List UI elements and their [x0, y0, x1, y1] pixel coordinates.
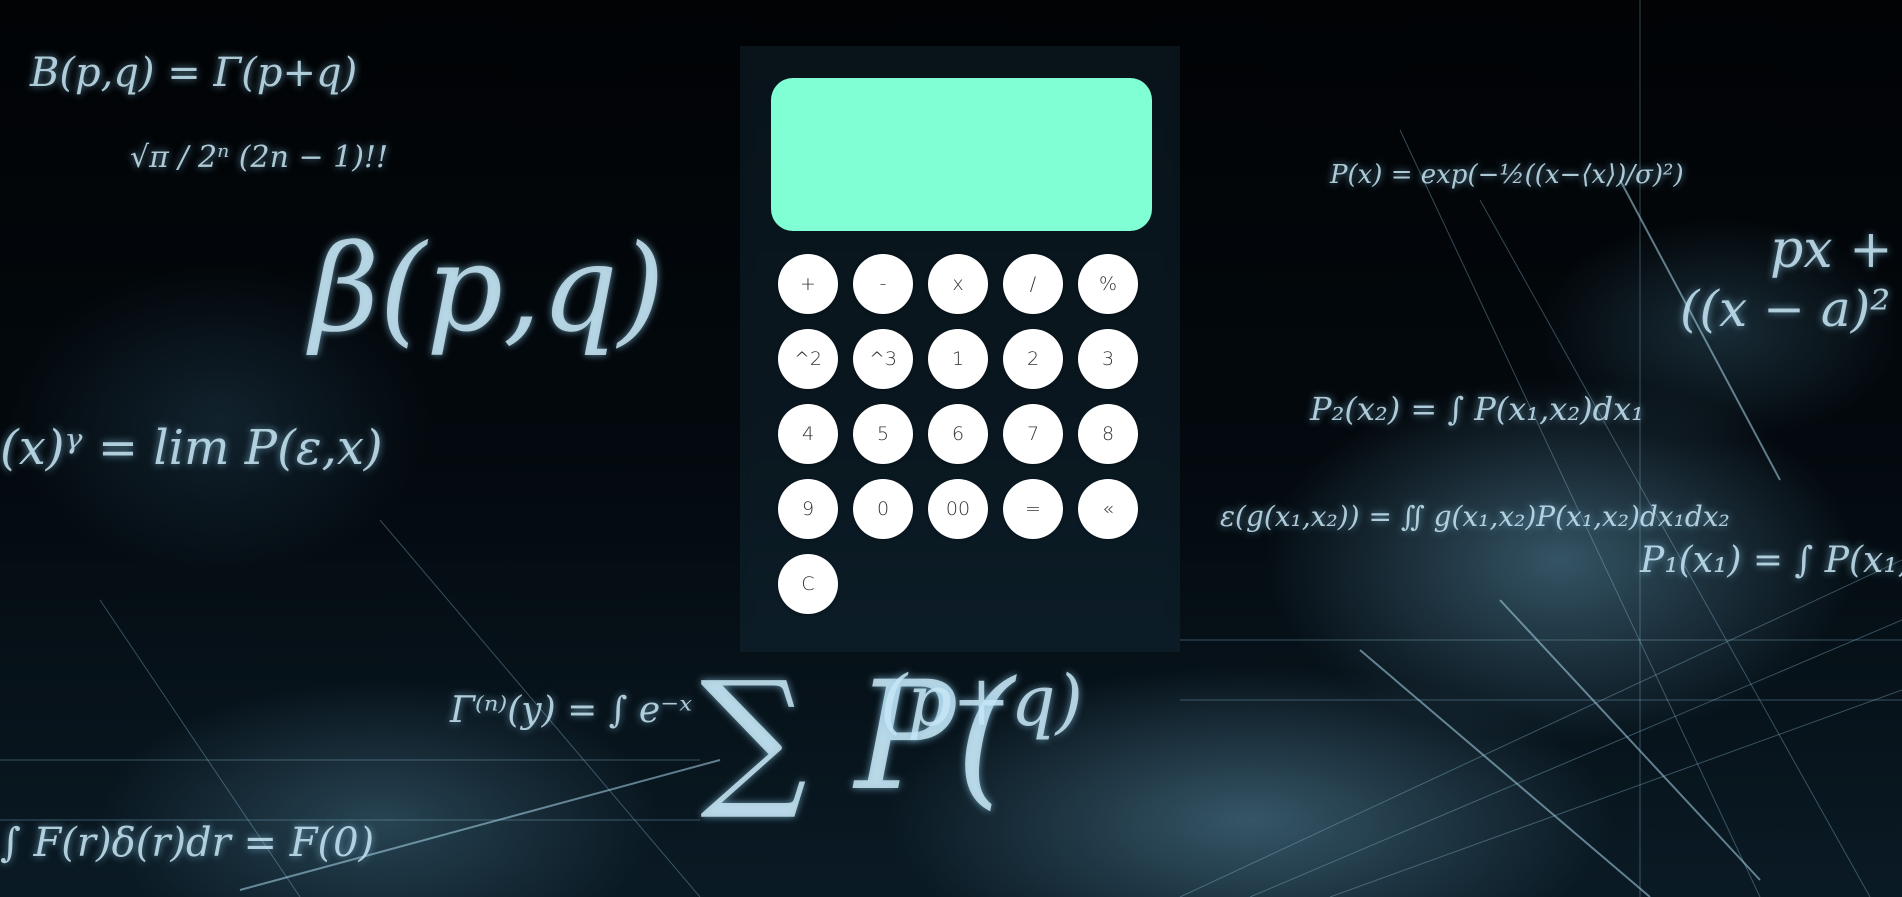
digit-0-button[interactable]: 0 [853, 479, 913, 539]
calculator-keypad: + - x /% ^2 ^3 1 2 3 4 5 6 7 8 9 0 00 = «C [778, 254, 1158, 614]
digit-8-button[interactable]: 8 [1078, 404, 1138, 464]
digit-6-button[interactable]: 6 [928, 404, 988, 464]
digit-4-button[interactable]: 4 [778, 404, 838, 464]
digit-1-button[interactable]: 1 [928, 329, 988, 389]
clear-button[interactable]: C [778, 554, 838, 614]
cube-button[interactable]: ^3 [853, 329, 913, 389]
multiply-button[interactable]: x [928, 254, 988, 314]
subtract-button[interactable]: - [853, 254, 913, 314]
backspace-button[interactable]: « [1078, 479, 1138, 539]
digit-9-button[interactable]: 9 [778, 479, 838, 539]
digit-3-button[interactable]: 3 [1078, 329, 1138, 389]
divide-button[interactable]: / [1003, 254, 1063, 314]
digit-2-button[interactable]: 2 [1003, 329, 1063, 389]
calculator: + - x /% ^2 ^3 1 2 3 4 5 6 7 8 9 0 00 = «C [740, 46, 1180, 652]
percent-button[interactable]: % [1078, 254, 1138, 314]
equals-button[interactable]: = [1003, 479, 1063, 539]
digit-5-button[interactable]: 5 [853, 404, 913, 464]
add-button[interactable]: + [778, 254, 838, 314]
double-zero-button[interactable]: 00 [928, 479, 988, 539]
calculator-display [771, 78, 1152, 231]
digit-7-button[interactable]: 7 [1003, 404, 1063, 464]
square-button[interactable]: ^2 [778, 329, 838, 389]
